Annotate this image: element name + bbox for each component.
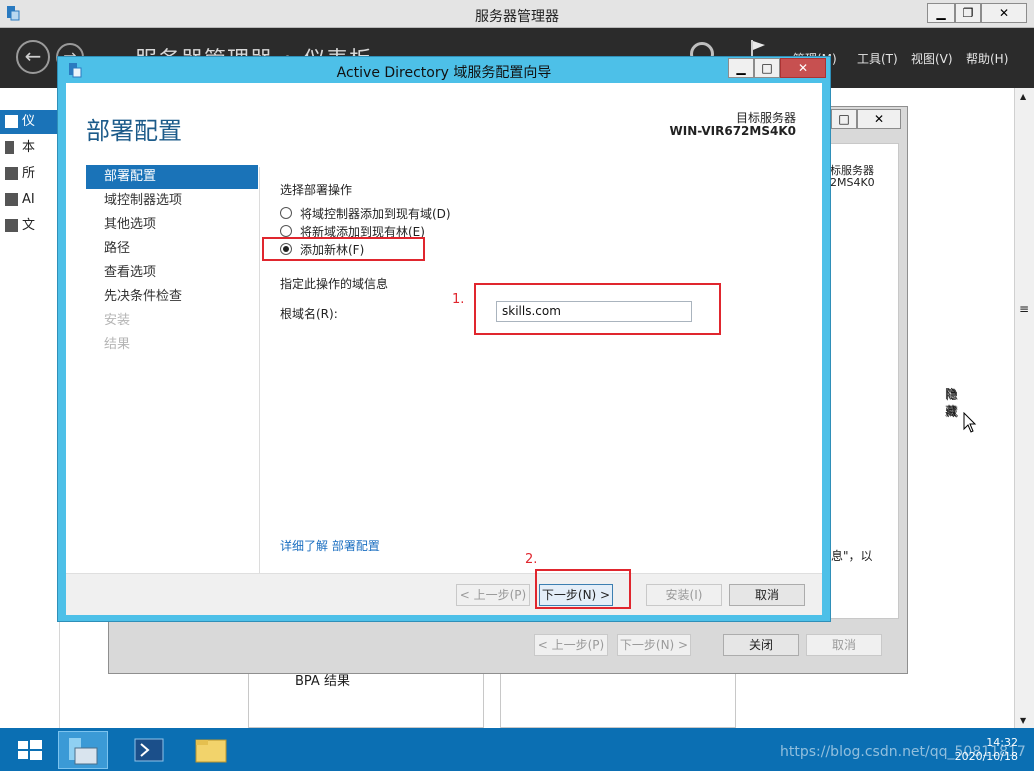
restore-button[interactable]: ❐ — [955, 3, 981, 23]
bg-cancel-button: 取消 — [806, 634, 882, 656]
taskbar-file-explorer[interactable] — [186, 731, 236, 769]
vertical-scrollbar[interactable]: ▲ ≡ ▼ — [1014, 88, 1034, 728]
page-title: 部署配置 — [86, 117, 182, 145]
target-server-name: WIN-VIR672MS4K0 — [669, 124, 796, 138]
dashboard-icon — [5, 115, 18, 128]
nav-divider — [259, 167, 260, 579]
wizard-footer: < 上一步(P) 下一步(N) > 安装(I) 取消 — [66, 573, 822, 615]
taskbar-powershell[interactable] — [124, 731, 174, 769]
server-icon — [5, 141, 14, 154]
bg-info-text: 息"，以 — [831, 549, 873, 563]
annotation-box-new-forest — [262, 237, 425, 261]
sidebar-item-dashboard[interactable]: 仪 — [0, 110, 60, 134]
wizard-minimize-button[interactable]: ▁ — [728, 58, 754, 78]
sidebar-item-label: 本 — [22, 140, 36, 155]
close-button[interactable]: ✕ — [981, 3, 1027, 23]
install-button: 安装(I) — [646, 584, 722, 606]
menu-view[interactable]: 视图(V) — [911, 50, 953, 67]
step-results: 结果 — [104, 337, 131, 352]
step-install: 安装 — [104, 313, 131, 328]
sidebar-item-ad-ds[interactable]: AI — [0, 188, 60, 212]
annotation-number-1: 1. — [452, 292, 465, 307]
wizard-titlebar: Active Directory 域服务配置向导 ▁ □ ✕ — [58, 57, 830, 83]
sidebar-item-label: 所 — [22, 166, 36, 181]
annotation-box-next-button — [535, 569, 631, 609]
step-prereq-check[interactable]: 先决条件检查 — [86, 285, 258, 309]
server-manager-sidebar: 仪 本 所 AI 文 — [0, 88, 60, 728]
domain-info-label: 指定此操作的域信息 — [280, 277, 389, 291]
step-deployment-config[interactable]: 部署配置 — [86, 165, 258, 189]
windows-logo-icon — [18, 740, 42, 760]
step-dc-options[interactable]: 域控制器选项 — [86, 189, 258, 213]
wizard-maximize-button[interactable]: □ — [754, 58, 780, 78]
powershell-icon — [134, 738, 164, 762]
bg-wizard-close-button[interactable]: ✕ — [857, 109, 901, 129]
wizard-title: Active Directory 域服务配置向导 — [336, 65, 552, 81]
ad-ds-icon — [5, 193, 18, 206]
menu-help[interactable]: 帮助(H) — [966, 50, 1008, 67]
servers-icon — [5, 167, 18, 180]
server-manager-title: 服务器管理器 — [475, 9, 559, 25]
annotation-box-domain-input — [474, 283, 721, 335]
mouse-cursor-icon — [963, 411, 977, 434]
sidebar-item-label: 文 — [22, 218, 36, 233]
sidebar-item-file-services[interactable]: 文 — [0, 214, 60, 238]
scroll-grip-icon[interactable]: ≡ — [1019, 302, 1029, 316]
option-label: 将域控制器添加到现有域(D) — [300, 207, 451, 221]
ad-ds-wizard-window: Active Directory 域服务配置向导 ▁ □ ✕ 部署配置 目标服务… — [57, 56, 831, 622]
scroll-down-icon[interactable]: ▼ — [1020, 716, 1026, 725]
learn-more-link[interactable]: 详细了解 部署配置 — [280, 537, 380, 554]
step-paths[interactable]: 路径 — [86, 237, 258, 261]
root-domain-label: 根域名(R): — [280, 307, 338, 321]
sidebar-item-label: 仪 — [22, 114, 36, 129]
watermark: https://blog.csdn.net/qq_50811817 — [780, 744, 1026, 760]
minimize-button[interactable]: ▁ — [927, 3, 955, 23]
menu-tools[interactable]: 工具(T) — [857, 50, 898, 67]
bg-prev-button: < 上一步(P) — [534, 634, 608, 656]
bg-hide-text[interactable]: 隐藏 — [945, 385, 957, 419]
radio-button[interactable] — [280, 207, 292, 219]
bg-target-name: 2MS4K0 — [830, 176, 875, 189]
start-button[interactable] — [4, 731, 54, 769]
select-operation-label: 选择部署操作 — [280, 183, 353, 197]
folder-icon — [195, 739, 227, 763]
server-manager-titlebar: 服务器管理器 ▁ ❐ ✕ — [0, 0, 1034, 28]
bg-close-button[interactable]: 关闭 — [723, 634, 799, 656]
annotation-number-2: 2. — [525, 552, 538, 567]
step-review-options[interactable]: 查看选项 — [86, 261, 258, 285]
scroll-up-icon[interactable]: ▲ — [1020, 92, 1026, 101]
prev-button: < 上一步(P) — [456, 584, 530, 606]
sidebar-item-local-server[interactable]: 本 — [0, 136, 60, 160]
taskbar-server-manager[interactable] — [58, 731, 108, 769]
back-arrow-icon[interactable]: ← — [16, 40, 50, 74]
sidebar-item-all-servers[interactable]: 所 — [0, 162, 60, 186]
radio-button[interactable] — [280, 225, 292, 237]
file-services-icon — [5, 219, 18, 232]
wizard-close-button[interactable]: ✕ — [780, 58, 826, 78]
server-manager-icon — [69, 738, 98, 765]
bg-next-button: 下一步(N) > — [617, 634, 691, 656]
sidebar-item-label: AI — [22, 192, 35, 207]
step-additional-options[interactable]: 其他选项 — [86, 213, 258, 237]
cancel-button[interactable]: 取消 — [729, 584, 805, 606]
bg-wizard-restore-button[interactable]: □ — [831, 109, 857, 129]
